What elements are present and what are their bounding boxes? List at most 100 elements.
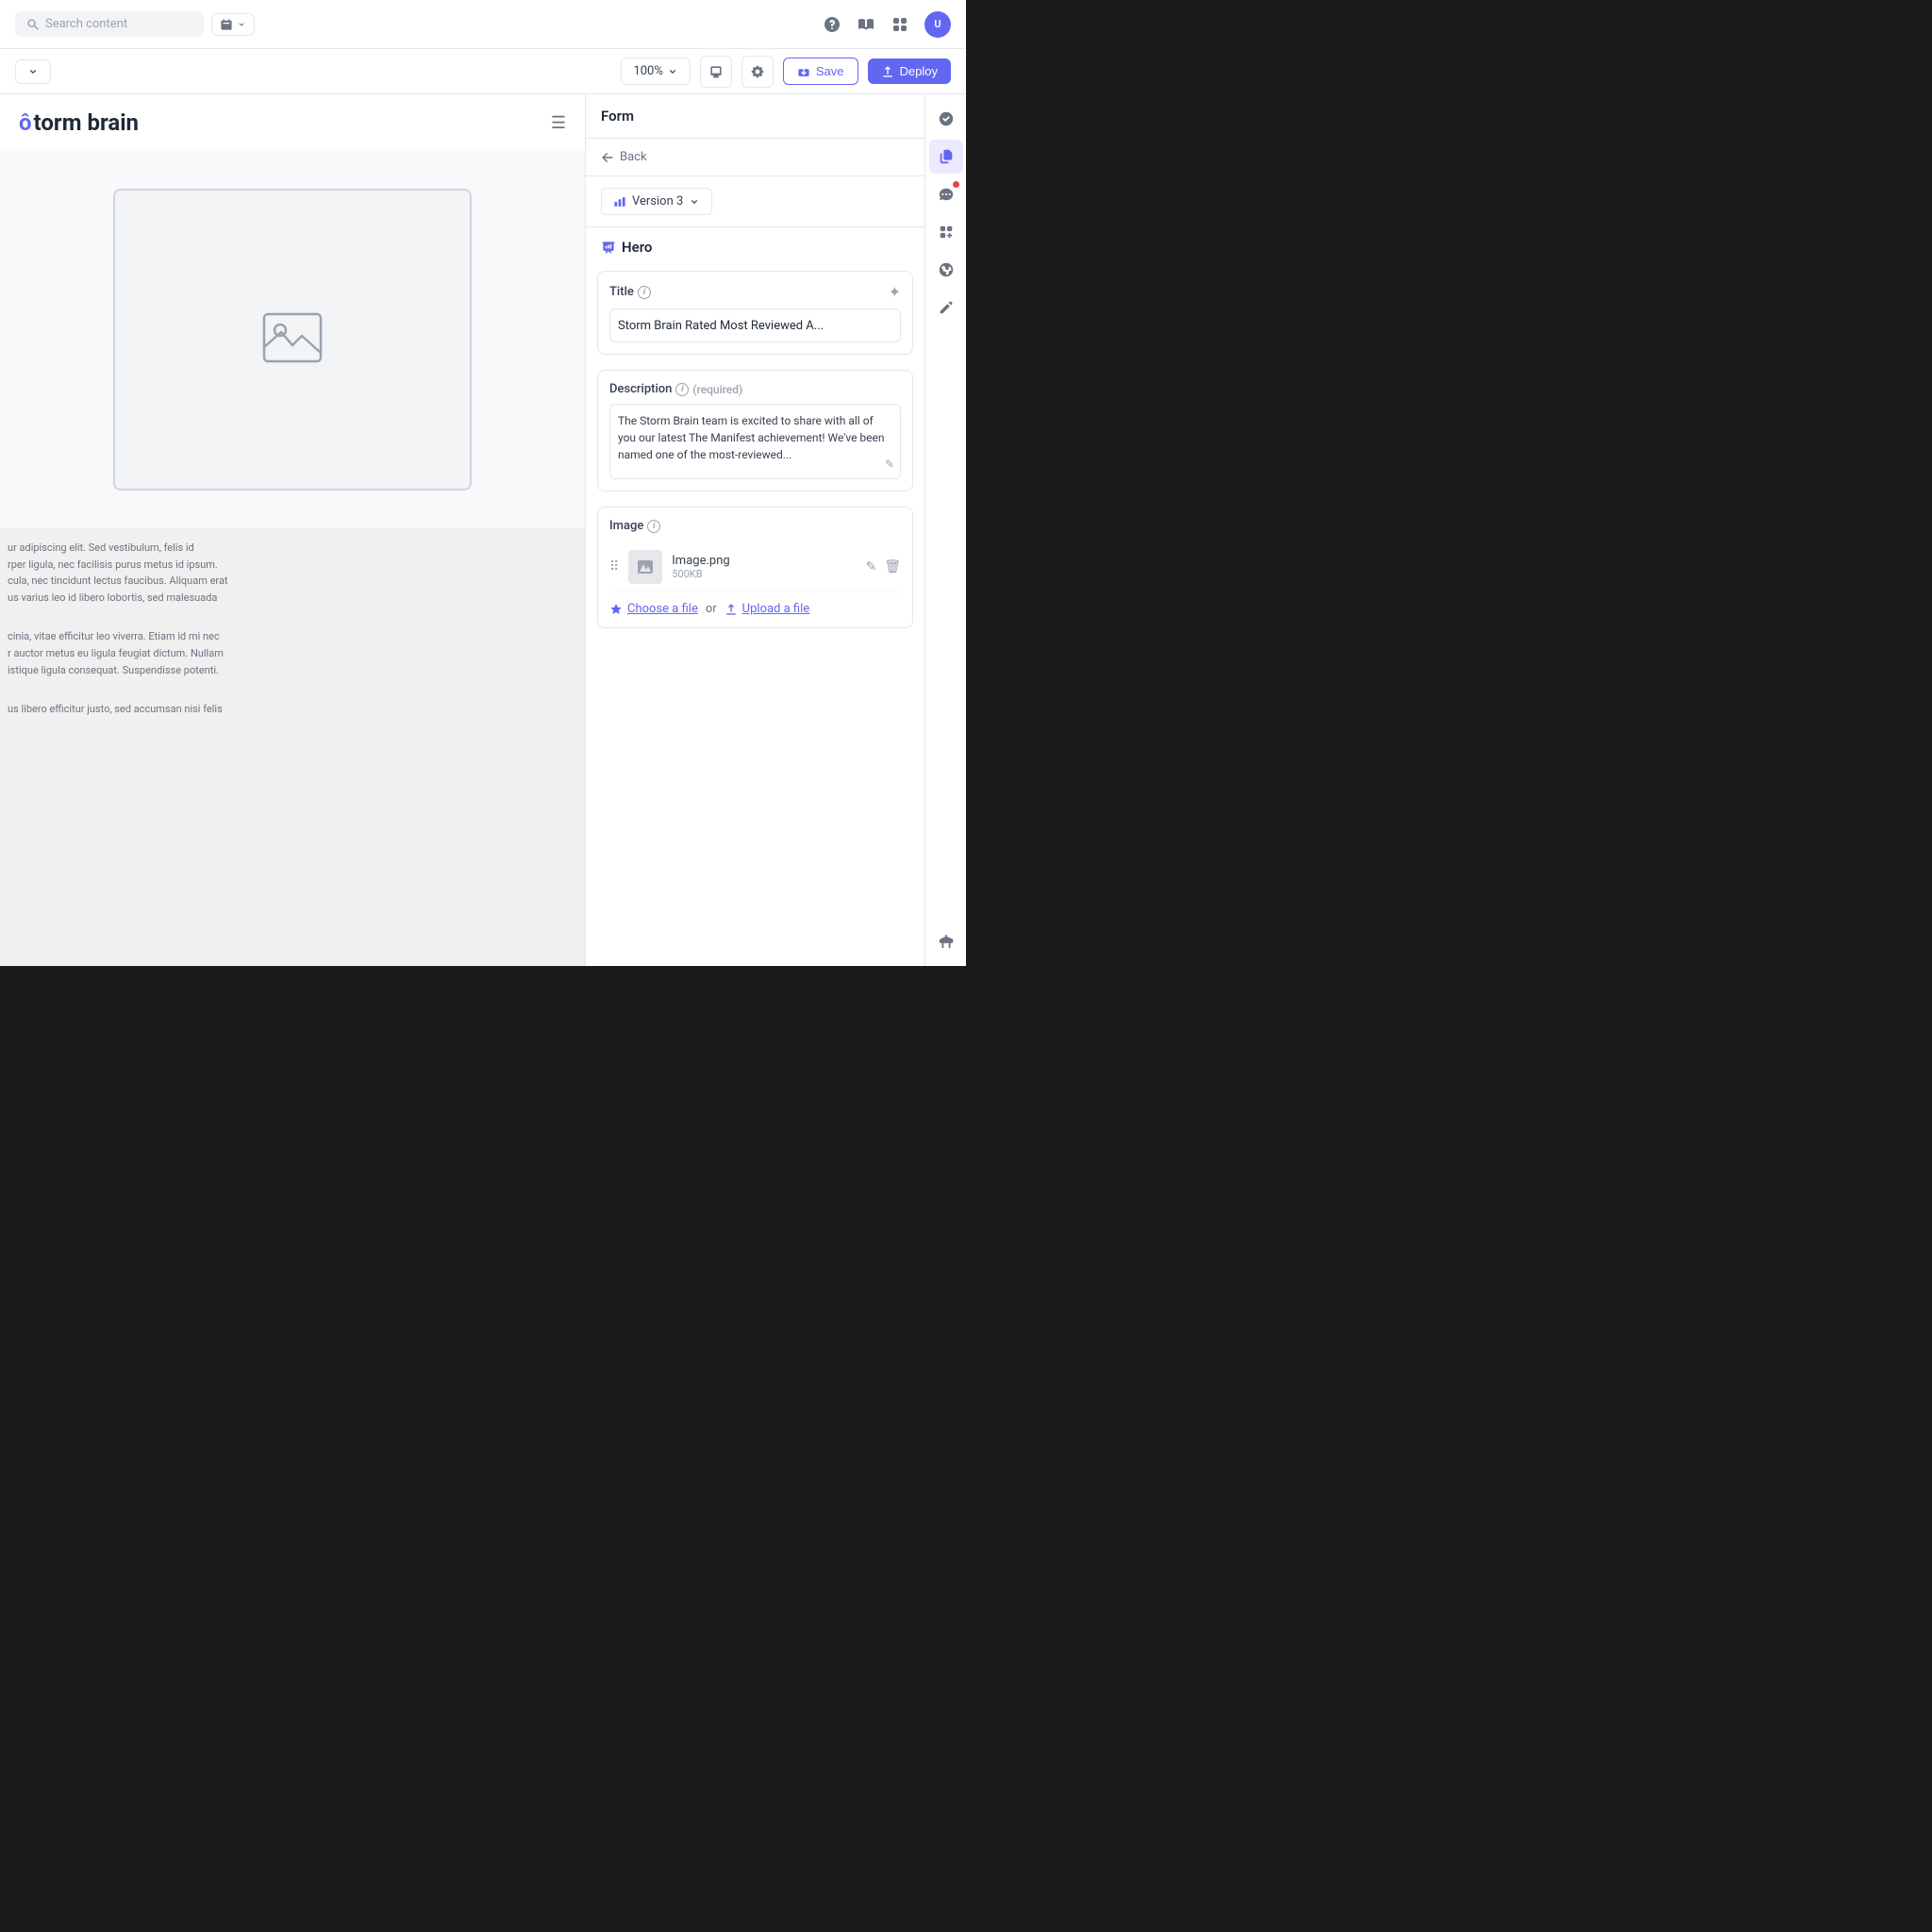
upload-file-button[interactable]: Upload a file (724, 602, 810, 616)
sidebar-globe-icon[interactable] (929, 253, 963, 287)
search-box[interactable]: Search content (15, 11, 204, 37)
edit-file-icon[interactable]: ✎ (865, 559, 876, 575)
toolbar-left (15, 59, 51, 84)
text-preview-2: cinia, vitae efficitur leo viverra. Etia… (0, 617, 585, 690)
description-field-card: Description i (required) The Storm Brain… (597, 370, 913, 491)
file-info: Image.png 500KB (672, 554, 856, 580)
version-chevron-icon (689, 196, 700, 208)
version-dropdown[interactable]: Version 3 (601, 188, 712, 215)
file-thumbnail (628, 550, 662, 584)
settings-icon (750, 64, 765, 79)
drag-handle-icon[interactable]: ⠿ (609, 559, 619, 575)
canvas-area: ô torm brain ☰ ur adipiscing elit. Sed v… (0, 94, 585, 966)
page-dropdown[interactable] (15, 59, 51, 84)
hamburger-menu[interactable]: ☰ (551, 113, 566, 133)
image-field-card: Image i ⠿ Image.png 500KB ✎ 🗑 (597, 507, 913, 628)
upload-file-label: Upload a file (742, 602, 810, 616)
nav-icons: U (823, 11, 951, 38)
main-area: ô torm brain ☰ ur adipiscing elit. Sed v… (0, 94, 966, 966)
brand-logo: ô torm brain (19, 109, 139, 136)
search-placeholder: Search content (45, 17, 127, 31)
toolbar: 100% Save Deploy (0, 49, 966, 94)
back-label: Back (620, 150, 647, 164)
save-label: Save (816, 64, 844, 78)
upload-icon (724, 603, 738, 616)
title-field-label-row: Title i ✦ (609, 283, 901, 301)
description-required: (required) (692, 383, 742, 396)
text-preview-3: us libero efficitur justo, sed accumsan … (0, 690, 585, 729)
user-avatar[interactable]: U (924, 11, 951, 38)
zoom-chevron-icon (667, 66, 678, 77)
section-title: Hero (586, 227, 924, 263)
version-chart-icon (613, 195, 626, 208)
or-label: or (706, 602, 717, 616)
deploy-button[interactable]: Deploy (868, 58, 951, 84)
hero-section (0, 151, 585, 528)
choose-file-icon (609, 603, 623, 616)
deploy-label: Deploy (900, 64, 938, 78)
calendar-icon (220, 18, 233, 31)
top-nav: Search content U (0, 0, 966, 49)
text-preview-1: ur adipiscing elit. Sed vestibulum, feli… (0, 528, 585, 617)
hero-icon (601, 240, 616, 255)
description-label: Description i (required) (609, 382, 742, 396)
magic-wand-icon[interactable]: ✦ (889, 283, 901, 301)
title-field-card: Title i ✦ Storm Brain Rated Most Reviewe… (597, 271, 913, 355)
back-arrow-icon (601, 151, 614, 164)
upload-row: Choose a file or Upload a file (609, 592, 901, 616)
image-thumb-icon (636, 558, 655, 576)
sidebar-form-icon[interactable] (929, 140, 963, 174)
file-actions: ✎ 🗑 (865, 559, 901, 575)
right-sidebar (924, 94, 966, 966)
globe-icon (938, 261, 955, 278)
settings-button[interactable] (741, 56, 774, 88)
monitor-icon (708, 64, 724, 79)
filter-chevron-icon (237, 20, 246, 29)
circle-icon (938, 110, 955, 127)
sidebar-comment-icon[interactable] (929, 177, 963, 211)
brand-name: torm brain (34, 109, 139, 136)
edit-icon[interactable]: ✎ (885, 456, 894, 473)
grid-icon[interactable] (891, 15, 909, 34)
sidebar-settings-icon[interactable] (929, 102, 963, 136)
description-field-textarea[interactable]: The Storm Brain team is excited to share… (609, 404, 901, 479)
description-field-label-row: Description i (required) (609, 382, 901, 396)
hero-image-placeholder (113, 189, 472, 491)
document-icon (938, 148, 955, 165)
title-info-icon[interactable]: i (638, 286, 651, 299)
save-icon (797, 65, 810, 78)
version-label: Version 3 (632, 194, 683, 208)
description-info-icon[interactable]: i (675, 383, 689, 396)
panel-title: Form (586, 94, 924, 139)
nav-left: Search content (15, 11, 255, 37)
choose-file-label: Choose a file (627, 602, 698, 616)
sidebar-edit-icon[interactable] (929, 291, 963, 325)
puzzle-icon (938, 224, 955, 241)
zoom-label: 100% (633, 64, 662, 78)
image-info-icon[interactable]: i (647, 520, 660, 533)
sidebar-pin-icon[interactable] (929, 924, 963, 958)
save-button[interactable]: Save (783, 58, 858, 85)
image-field-label: Image i (609, 519, 901, 533)
image-file-row: ⠿ Image.png 500KB ✎ 🗑 (609, 542, 901, 592)
book-icon[interactable] (857, 15, 875, 34)
pencil-icon (938, 299, 955, 316)
right-panel: Form Back Version 3 Hero (585, 94, 924, 966)
file-size: 500KB (672, 568, 856, 580)
title-field-value[interactable]: Storm Brain Rated Most Reviewed A... (609, 308, 901, 342)
back-button[interactable]: Back (586, 139, 924, 176)
version-selector: Version 3 (586, 176, 924, 227)
file-name: Image.png (672, 554, 856, 568)
image-placeholder-icon (259, 309, 325, 370)
desktop-view-button[interactable] (700, 56, 732, 88)
title-label: Title i (609, 285, 651, 299)
sidebar-components-icon[interactable] (929, 215, 963, 249)
choose-file-button[interactable]: Choose a file (609, 602, 698, 616)
chat-icon (938, 186, 955, 203)
search-icon (26, 18, 40, 31)
delete-file-icon[interactable]: 🗑 (884, 559, 901, 575)
deploy-icon (881, 65, 894, 78)
zoom-control[interactable]: 100% (621, 58, 690, 85)
help-icon[interactable] (823, 15, 841, 34)
calendar-filter[interactable] (211, 13, 255, 36)
